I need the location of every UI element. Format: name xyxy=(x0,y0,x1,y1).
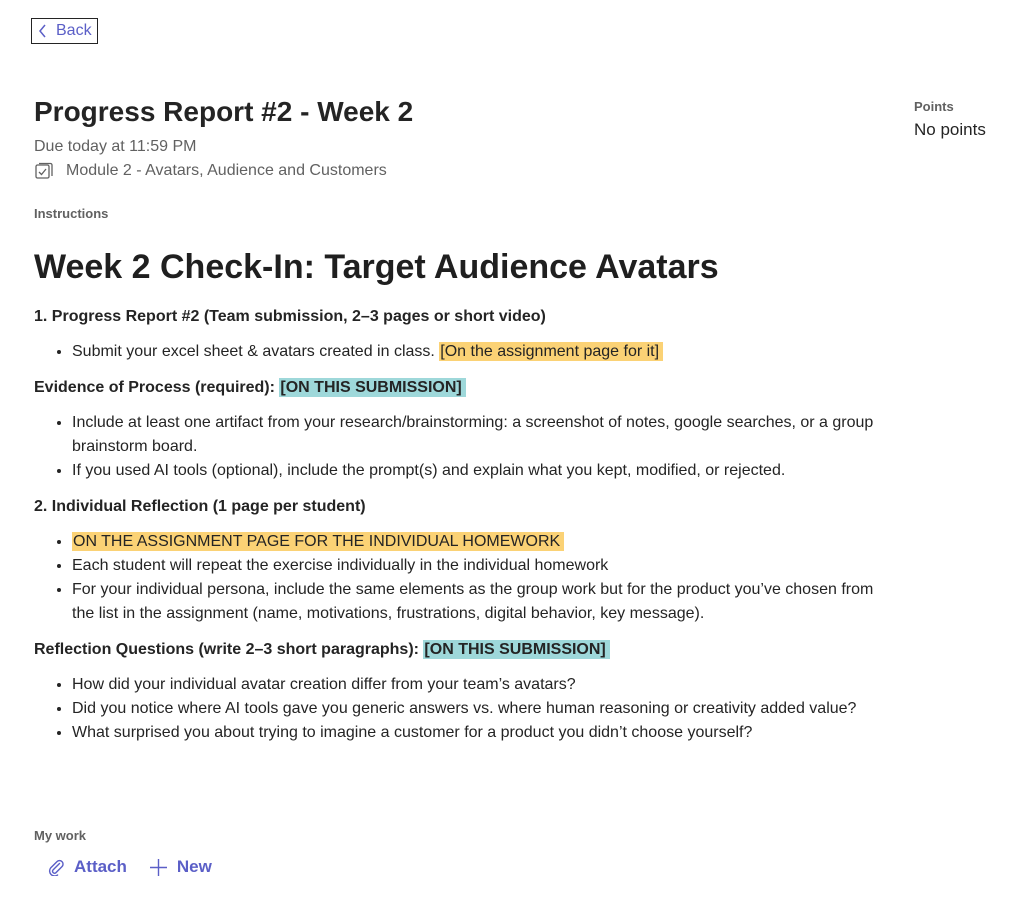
reflection-list: How did your individual avatar creation … xyxy=(34,673,874,745)
points-value: No points xyxy=(914,120,986,139)
module-icon xyxy=(35,162,53,179)
list-item: Did you notice where AI tools gave you g… xyxy=(72,697,874,721)
back-label: Back xyxy=(56,22,92,39)
my-work-label: My work xyxy=(34,828,87,843)
new-button[interactable]: New xyxy=(149,857,212,877)
assignment-page: Back Points No points Progress Report #2… xyxy=(0,0,1030,908)
list-item: For your individual persona, include the… xyxy=(72,578,874,626)
section2-item1-highlight: ON THE ASSIGNMENT PAGE FOR THE INDIVIDUA… xyxy=(72,532,565,551)
instructions-label: Instructions xyxy=(34,206,109,221)
my-work-actions: Attach New xyxy=(47,857,234,877)
paperclip-icon xyxy=(48,859,64,876)
list-item: What surprised you about trying to imagi… xyxy=(72,721,874,745)
evidence-highlight: [ON THIS SUBMISSION] xyxy=(279,378,466,397)
evidence-title-line: Evidence of Process (required): [ON THIS… xyxy=(34,377,874,399)
list-item: If you used AI tools (optional), include… xyxy=(72,459,874,483)
section2-title: 2. Individual Reflection (1 page per stu… xyxy=(34,498,366,515)
due-date: Due today at 11:59 PM xyxy=(34,138,197,155)
section1-item1-highlight: [On the assignment page for it] xyxy=(439,342,664,361)
my-work-section: My work Attach New xyxy=(34,828,234,877)
list-item: Each student will repeat the exercise in… xyxy=(72,554,874,578)
section1-title: 1. Progress Report #2 (Team submission, … xyxy=(34,308,546,325)
page-title: Progress Report #2 - Week 2 xyxy=(34,96,414,127)
evidence-title: Evidence of Process (required): xyxy=(34,379,280,396)
instructions-heading: Week 2 Check-In: Target Audience Avatars xyxy=(34,248,719,286)
section1-list: Submit your excel sheet & avatars create… xyxy=(34,340,874,364)
points-panel: Points No points xyxy=(914,99,986,140)
module-row: Module 2 - Avatars, Audience and Custome… xyxy=(34,160,874,182)
attach-label: Attach xyxy=(74,857,127,876)
reflection-title: Reflection Questions (write 2–3 short pa… xyxy=(34,641,424,658)
points-label: Points xyxy=(914,99,954,114)
section2-list: ON THE ASSIGNMENT PAGE FOR THE INDIVIDUA… xyxy=(34,530,874,626)
new-label: New xyxy=(176,857,212,876)
chevron-left-icon xyxy=(39,24,46,38)
back-button[interactable]: Back xyxy=(31,18,98,44)
plus-icon xyxy=(149,858,167,876)
list-item: ON THE ASSIGNMENT PAGE FOR THE INDIVIDUA… xyxy=(72,530,874,554)
evidence-list: Include at least one artifact from your … xyxy=(34,411,874,483)
module-name: Module 2 - Avatars, Audience and Custome… xyxy=(66,162,387,179)
list-item: Submit your excel sheet & avatars create… xyxy=(72,340,874,364)
assignment-details: Progress Report #2 - Week 2 Due today at… xyxy=(34,94,874,758)
reflection-title-line: Reflection Questions (write 2–3 short pa… xyxy=(34,639,874,661)
attach-button[interactable]: Attach xyxy=(47,857,127,877)
list-item: How did your individual avatar creation … xyxy=(72,673,874,697)
reflection-highlight: [ON THIS SUBMISSION] xyxy=(423,640,610,659)
list-item: Include at least one artifact from your … xyxy=(72,411,874,459)
section1-item1-text: Submit your excel sheet & avatars create… xyxy=(72,343,440,360)
